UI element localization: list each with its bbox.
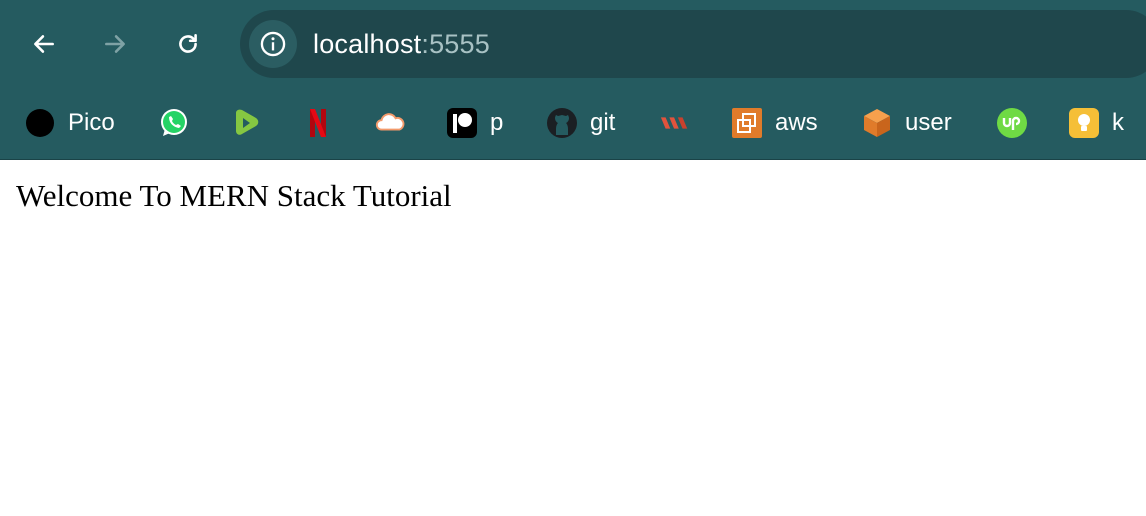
- browser-chrome: localhost:5555 Pico p git aws user k: [0, 0, 1146, 160]
- cloud-icon: [374, 107, 406, 139]
- github-icon: [546, 107, 578, 139]
- bookmark-label: k: [1112, 109, 1124, 136]
- whatsapp-icon: [158, 107, 190, 139]
- bookmark-whatsapp[interactable]: [158, 100, 190, 146]
- rumble-icon: [230, 107, 262, 139]
- arrow-right-icon: [105, 35, 125, 53]
- bookmark-patreon[interactable]: p: [446, 100, 503, 146]
- bookmarks-bar: Pico p git aws user k: [0, 88, 1146, 160]
- bookmark-github[interactable]: git: [546, 100, 615, 146]
- back-button[interactable]: [20, 20, 68, 68]
- cube-icon: [861, 107, 893, 139]
- url-text[interactable]: localhost:5555: [313, 29, 490, 60]
- bookmark-label: user: [905, 109, 952, 136]
- netflix-icon: [302, 107, 334, 139]
- bookmark-user[interactable]: user: [861, 100, 952, 146]
- patreon-icon: [446, 107, 478, 139]
- reload-button[interactable]: [164, 20, 212, 68]
- reload-icon: [179, 34, 197, 53]
- lightbulb-icon: [1068, 107, 1100, 139]
- bookmark-rumble[interactable]: [230, 100, 262, 146]
- browser-toolbar: localhost:5555: [0, 0, 1146, 88]
- aws-icon: [731, 107, 763, 139]
- bookmark-label: aws: [775, 109, 818, 136]
- url-port: :5555: [421, 28, 490, 59]
- bookmark-netflix[interactable]: [302, 100, 334, 146]
- bookmark-label: p: [490, 109, 504, 136]
- bookmark-cloud[interactable]: [374, 100, 406, 146]
- bookmark-wrike[interactable]: [659, 100, 691, 146]
- upwork-icon: [996, 107, 1028, 139]
- bookmark-aws[interactable]: aws: [731, 100, 818, 146]
- page-heading: Welcome To MERN Stack Tutorial: [16, 178, 452, 213]
- black-circle-icon: [24, 107, 56, 139]
- page-content: Welcome To MERN Stack Tutorial: [0, 160, 1146, 230]
- arrow-left-icon: [34, 35, 54, 53]
- wrike-icon: [659, 107, 691, 139]
- url-host: localhost: [313, 28, 422, 59]
- address-bar[interactable]: localhost:5555: [240, 10, 1146, 78]
- bookmark-pico[interactable]: Pico: [24, 100, 115, 146]
- bookmark-upwork[interactable]: [996, 100, 1028, 146]
- bookmark-label: git: [590, 109, 616, 136]
- info-icon: [260, 31, 286, 57]
- bookmark-k[interactable]: k: [1068, 100, 1124, 146]
- forward-button[interactable]: [91, 20, 139, 68]
- bookmark-label: Pico: [68, 109, 115, 136]
- site-info-button[interactable]: [249, 20, 297, 68]
